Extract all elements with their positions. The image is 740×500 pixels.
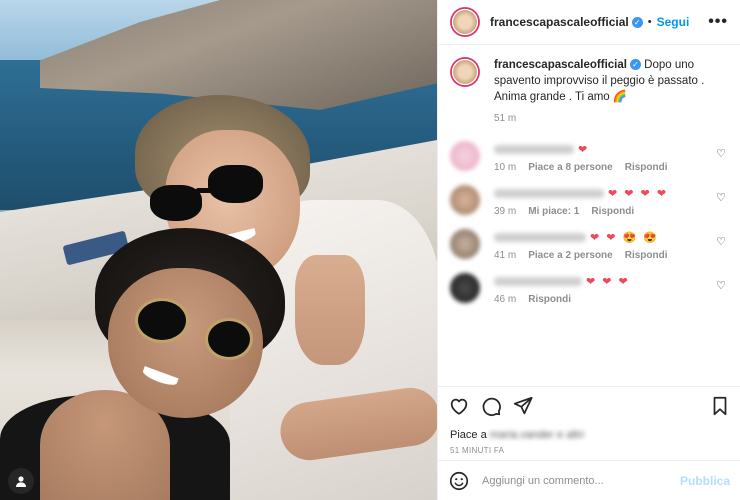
blurred-username (494, 144, 574, 154)
comment-meta: 10 m Piace a 8 persone Rispondi (494, 162, 728, 173)
avatar[interactable] (450, 7, 480, 37)
username-link[interactable]: francescapascaleofficial (490, 15, 629, 29)
comment-text: ❤ (578, 143, 590, 156)
comment-text: ❤ ❤ ❤ (586, 275, 630, 288)
sunglasses-lens (208, 165, 263, 203)
reply-button[interactable]: Rispondi (625, 250, 668, 261)
list-item: ❤ ❤ ❤ 46 m Rispondi ♡ (450, 273, 728, 305)
avatar[interactable] (450, 185, 480, 215)
likes-label: Piace a (450, 429, 487, 441)
comment-line: ❤ ❤ 😍 😍 (494, 229, 728, 245)
post-actions (438, 386, 740, 424)
emoji-icon[interactable] (448, 470, 470, 492)
more-options-icon[interactable]: ••• (708, 13, 728, 31)
comment-text: ❤ ❤ ❤ ❤ (608, 187, 669, 200)
add-comment-bar: Pubblica (438, 460, 740, 500)
post-caption: francescapascaleofficial ✓ Dopo uno spave… (450, 57, 728, 127)
comment-likes[interactable]: Piace a 8 persone (528, 162, 613, 173)
likes-summary[interactable]: Piace a maria.vander e altri (438, 424, 740, 446)
verified-badge-icon: ✓ (631, 16, 643, 28)
comment-line: ❤ (494, 141, 728, 157)
reply-button[interactable]: Rispondi (528, 294, 571, 305)
heart-icon[interactable]: ♡ (716, 191, 726, 204)
blurred-username (494, 188, 604, 198)
instagram-post: francescapascaleofficial ✓ • Segui ••• f… (0, 0, 740, 500)
caption-body: francescapascaleofficial ✓ Dopo uno spave… (494, 57, 728, 127)
avatar[interactable] (450, 141, 480, 171)
comment-line: ❤ ❤ ❤ (494, 273, 728, 289)
sunglasses-lens (205, 318, 253, 360)
comment-meta: 41 m Piace a 2 persone Rispondi (494, 250, 728, 261)
list-item: ❤ ❤ ❤ ❤ 39 m Mi piace: 1 Rispondi ♡ (450, 185, 728, 217)
list-item: ❤ 10 m Piace a 8 persone Rispondi ♡ (450, 141, 728, 173)
post-photo[interactable] (0, 0, 437, 500)
comment-time: 41 m (494, 250, 517, 261)
comment-icon[interactable] (480, 395, 502, 417)
avatar[interactable] (450, 229, 480, 259)
comment-likes[interactable]: Mi piace: 1 (528, 206, 579, 217)
publish-button[interactable]: Pubblica (680, 474, 730, 488)
blurred-username (494, 232, 586, 242)
heart-icon[interactable]: ♡ (716, 235, 726, 248)
heart-icon[interactable] (448, 395, 470, 417)
comment-text: ❤ ❤ 😍 😍 (590, 231, 659, 244)
photo-neck (295, 255, 365, 365)
comments-list[interactable]: francescapascaleofficial ✓ Dopo uno spave… (438, 45, 740, 386)
sunglasses-bridge (196, 188, 212, 193)
comment-body: ❤ ❤ ❤ ❤ 39 m Mi piace: 1 Rispondi (494, 185, 728, 217)
avatar[interactable] (450, 57, 480, 87)
verified-badge-icon: ✓ (629, 59, 641, 71)
separator-dot: • (647, 16, 652, 28)
likes-blurred-users: maria.vander e altri (489, 429, 584, 441)
comment-line: ❤ ❤ ❤ ❤ (494, 185, 728, 201)
blurred-username (494, 276, 582, 286)
comment-time: 46 m (494, 294, 517, 305)
bookmark-icon[interactable] (710, 395, 730, 417)
send-icon[interactable] (512, 395, 534, 417)
heart-icon[interactable]: ♡ (716, 279, 726, 292)
caption-time: 51 m (494, 113, 517, 124)
sunglasses-lens (150, 185, 202, 221)
reply-button[interactable]: Rispondi (591, 206, 634, 217)
comment-meta: 46 m Rispondi (494, 294, 728, 305)
post-header: francescapascaleofficial ✓ • Segui ••• (438, 0, 740, 45)
comment-body: ❤ 10 m Piace a 8 persone Rispondi (494, 141, 728, 173)
caption-username[interactable]: francescapascaleofficial (494, 59, 627, 71)
comment-input[interactable] (482, 474, 680, 487)
user-tag-icon[interactable] (8, 468, 34, 494)
list-item: ❤ ❤ 😍 😍 41 m Piace a 2 persone Rispondi … (450, 229, 728, 261)
heart-icon[interactable]: ♡ (716, 147, 726, 160)
post-side-panel: francescapascaleofficial ✓ • Segui ••• f… (437, 0, 740, 500)
comment-time: 39 m (494, 206, 517, 217)
comment-meta: 39 m Mi piace: 1 Rispondi (494, 206, 728, 217)
reply-button[interactable]: Rispondi (625, 162, 668, 173)
comment-likes[interactable]: Piace a 2 persone (528, 250, 613, 261)
comment-body: ❤ ❤ 😍 😍 41 m Piace a 2 persone Rispondi (494, 229, 728, 261)
post-timestamp: 51 MINUTI FA (450, 446, 505, 455)
avatar[interactable] (450, 273, 480, 303)
comment-time: 10 m (494, 162, 517, 173)
sunglasses-lens (135, 298, 189, 343)
comment-body: ❤ ❤ ❤ 46 m Rispondi (494, 273, 728, 305)
follow-button[interactable]: Segui (657, 15, 690, 29)
